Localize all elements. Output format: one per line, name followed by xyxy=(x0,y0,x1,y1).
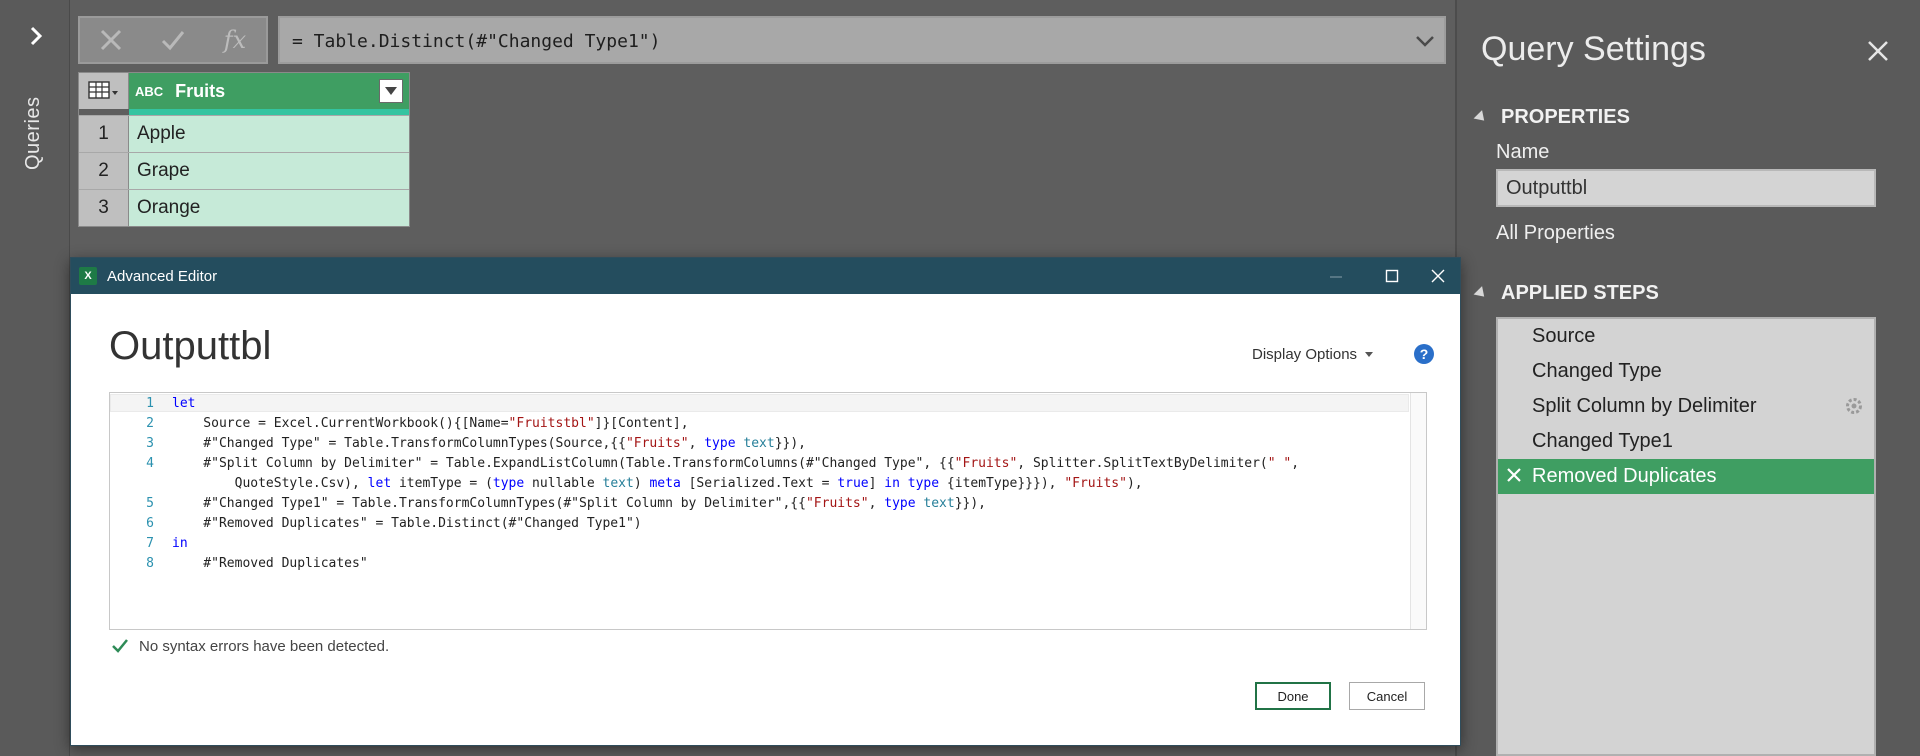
chevron-down-icon[interactable] xyxy=(1414,32,1436,50)
text-type-icon[interactable]: ABC xyxy=(135,85,163,98)
line-number: 4 xyxy=(146,456,154,471)
done-button[interactable]: Done xyxy=(1255,682,1331,710)
cancel-button[interactable]: Cancel xyxy=(1349,682,1425,710)
code-line: let xyxy=(172,396,196,411)
code-line: #"Split Column by Delimiter" = Table.Exp… xyxy=(172,456,1300,471)
collapse-icon xyxy=(1473,286,1489,301)
formula-text[interactable]: = Table.Distinct(#"Changed Type1") xyxy=(292,31,660,52)
code-line: #"Changed Type" = Table.TransformColumnT… xyxy=(172,436,806,451)
check-icon xyxy=(112,639,128,653)
code-editor[interactable]: 1 2 3 4 5 6 7 8 let Source = Excel.Curre… xyxy=(109,392,1427,630)
dialog-titlebar[interactable]: X Advanced Editor xyxy=(71,258,1460,294)
formula-buttons: fx xyxy=(78,16,268,64)
minimize-icon xyxy=(1330,276,1342,278)
status-text: No syntax errors have been detected. xyxy=(139,637,390,655)
cancel-formula-button[interactable] xyxy=(80,18,142,62)
table-cell[interactable]: Grape xyxy=(129,153,409,189)
code-line: #"Removed Duplicates" xyxy=(172,556,368,571)
display-options-label: Display Options xyxy=(1252,346,1358,363)
line-number: 2 xyxy=(146,416,154,431)
delete-step-icon[interactable] xyxy=(1504,465,1524,485)
table-row[interactable]: 3 Orange xyxy=(79,189,409,226)
gear-icon[interactable] xyxy=(1844,396,1864,416)
step-changed-type1[interactable]: Changed Type1 xyxy=(1498,424,1874,459)
all-properties-link[interactable]: All Properties xyxy=(1496,222,1615,245)
column-name: Fruits xyxy=(175,80,226,101)
step-removed-duplicates[interactable]: Removed Duplicates xyxy=(1498,459,1874,494)
dropdown-arrow-icon xyxy=(1365,352,1374,357)
dialog-title: Advanced Editor xyxy=(107,267,218,285)
line-number: 7 xyxy=(146,536,154,551)
maximize-button[interactable] xyxy=(1369,258,1415,294)
query-settings-title: Query Settings xyxy=(1481,30,1706,68)
fx-button[interactable]: fx xyxy=(204,18,266,62)
queries-rail: Queries xyxy=(0,0,70,756)
properties-heading: PROPERTIES xyxy=(1501,106,1630,128)
row-number: 3 xyxy=(79,190,129,226)
step-changed-type[interactable]: Changed Type xyxy=(1498,354,1874,389)
data-preview-table: ABC Fruits 1 Apple 2 Grape 3 Orange xyxy=(78,72,410,227)
table-row[interactable]: 2 Grape xyxy=(79,152,409,189)
name-label: Name xyxy=(1496,141,1550,163)
row-number: 1 xyxy=(79,116,129,152)
code-line: Source = Excel.CurrentWorkbook(){[Name="… xyxy=(172,416,689,431)
close-icon xyxy=(100,29,122,51)
line-number: 3 xyxy=(146,436,154,451)
maximize-icon xyxy=(1385,269,1399,283)
line-number: 5 xyxy=(146,496,154,511)
code-line: #"Removed Duplicates" = Table.Distinct(#… xyxy=(172,516,642,531)
close-dialog-button[interactable] xyxy=(1415,258,1461,294)
vertical-scrollbar[interactable] xyxy=(1410,393,1426,629)
query-name-heading: Outputtbl xyxy=(109,324,272,368)
chevron-right-icon[interactable] xyxy=(22,22,50,50)
table-cell[interactable]: Apple xyxy=(129,116,409,152)
column-header-fruits[interactable]: ABC Fruits xyxy=(129,73,409,109)
check-icon xyxy=(161,31,185,51)
code-line: QuoteStyle.Csv), let itemType = (type nu… xyxy=(172,476,1143,491)
close-icon xyxy=(1431,269,1445,283)
filter-dropdown-icon xyxy=(385,87,397,95)
close-icon[interactable] xyxy=(1865,38,1891,64)
query-settings-pane: Query Settings PROPERTIES Name Outputtbl… xyxy=(1455,0,1920,756)
table-cell[interactable]: Orange xyxy=(129,190,409,226)
collapse-icon xyxy=(1473,110,1489,125)
query-name-input[interactable]: Outputtbl xyxy=(1496,169,1876,207)
help-icon[interactable]: ? xyxy=(1414,344,1434,364)
column-filter-button[interactable] xyxy=(379,79,403,103)
step-source[interactable]: Source xyxy=(1498,319,1874,354)
formula-bar[interactable]: = Table.Distinct(#"Changed Type1") xyxy=(278,16,1446,64)
step-split-column[interactable]: Split Column by Delimiter xyxy=(1498,389,1874,424)
step-label: Split Column by Delimiter xyxy=(1532,395,1757,417)
applied-steps-heading: APPLIED STEPS xyxy=(1501,282,1659,304)
commit-formula-button[interactable] xyxy=(142,18,204,62)
properties-section-toggle[interactable]: PROPERTIES xyxy=(1473,106,1630,129)
applied-steps-section-toggle[interactable]: APPLIED STEPS xyxy=(1473,282,1659,305)
code-line: in xyxy=(172,536,188,551)
code-line: #"Changed Type1" = Table.TransformColumn… xyxy=(172,496,987,511)
step-label: Removed Duplicates xyxy=(1532,465,1717,487)
table-menu-button[interactable] xyxy=(79,73,129,109)
display-options-dropdown[interactable]: Display Options xyxy=(1252,346,1374,363)
advanced-editor-dialog: X Advanced Editor Outputtbl Display Opti… xyxy=(70,257,1461,746)
line-number: 8 xyxy=(146,556,154,571)
row-number: 2 xyxy=(79,153,129,189)
table-icon xyxy=(87,81,118,99)
syntax-status: No syntax errors have been detected. xyxy=(111,637,389,655)
current-line-highlight xyxy=(110,394,1409,412)
queries-label[interactable]: Queries xyxy=(22,96,45,170)
minimize-button[interactable] xyxy=(1313,258,1359,294)
line-number: 6 xyxy=(146,516,154,531)
line-number: 1 xyxy=(146,396,154,411)
table-row[interactable]: 1 Apple xyxy=(79,115,409,152)
applied-steps-list: Source Changed Type Split Column by Deli… xyxy=(1496,317,1876,756)
excel-app-icon: X xyxy=(79,267,97,285)
